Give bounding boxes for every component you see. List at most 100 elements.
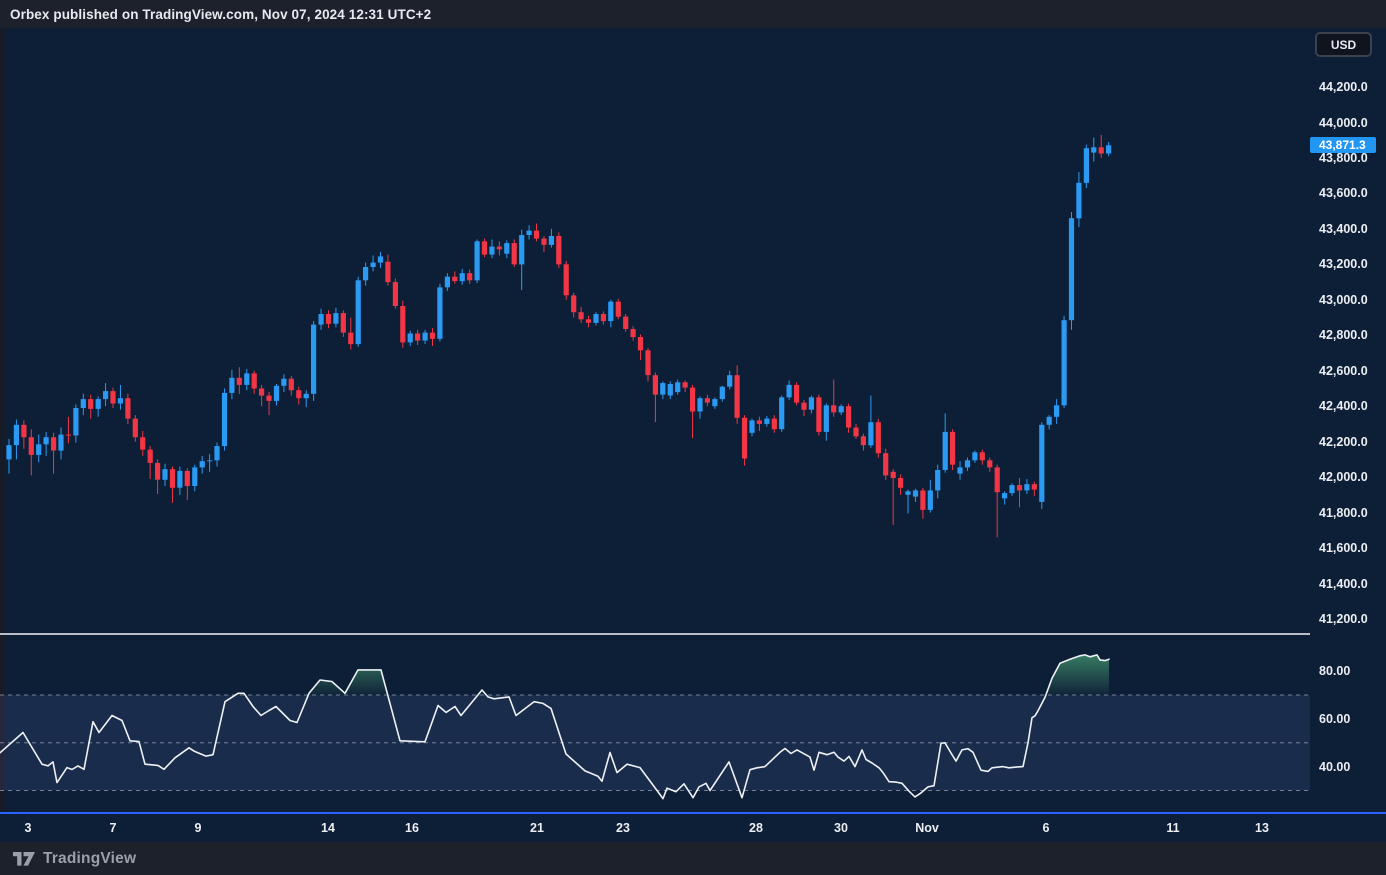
candle-body <box>363 267 369 281</box>
candle-body <box>912 490 919 497</box>
candle-body <box>259 388 265 396</box>
candle-body <box>645 350 651 376</box>
candle-body <box>1009 485 1015 494</box>
candle-body <box>184 470 190 486</box>
candle-body <box>370 262 376 267</box>
candle-body <box>1039 424 1045 502</box>
time-axis-label: 7 <box>109 821 117 835</box>
currency-button[interactable]: USD <box>1315 32 1372 57</box>
time-axis-label: 16 <box>405 821 419 835</box>
candle-body <box>1098 147 1104 154</box>
candle-body <box>452 276 458 282</box>
candle-body <box>214 446 220 461</box>
candle-body <box>21 424 27 438</box>
time-axis-label: 13 <box>1255 821 1269 835</box>
candle-body <box>325 314 332 324</box>
candle-body <box>1061 320 1067 406</box>
candle-body <box>504 243 510 254</box>
candle-body <box>117 398 123 404</box>
candle-body <box>377 256 384 263</box>
candle-body <box>467 273 473 281</box>
candle-body <box>340 313 346 333</box>
candle-body <box>519 235 525 265</box>
candle-body <box>556 236 562 265</box>
candle-body <box>303 393 309 399</box>
candle-body <box>623 316 629 329</box>
candle-body <box>719 386 725 400</box>
candle-body <box>95 399 101 409</box>
candle-body <box>251 373 257 389</box>
price-axis-label: 41,600.0 <box>1319 541 1368 556</box>
candle-body <box>637 337 644 351</box>
candle-body <box>13 424 19 446</box>
candle-body <box>281 378 287 386</box>
time-axis-label: 3 <box>24 821 32 835</box>
candle-body <box>548 236 554 245</box>
time-axis-label: 28 <box>749 821 763 835</box>
rsi-indicator-pane[interactable] <box>0 635 1310 812</box>
candle-body <box>266 395 272 401</box>
tradingview-brand[interactable]: TradingView <box>13 850 136 868</box>
candle-body <box>801 402 807 410</box>
time-axis-label: 14 <box>321 821 335 835</box>
candle-body <box>459 273 465 282</box>
candle-body <box>712 399 718 407</box>
candle-body <box>734 375 740 418</box>
price-scale-axis[interactable]: USD 43,871.3 44,200.0 44,000.0 43,800.0 43,… <box>1310 28 1386 812</box>
price-axis-label: 42,600.0 <box>1319 363 1368 378</box>
candle-body <box>80 399 86 408</box>
candle-body <box>749 420 755 433</box>
time-scale-axis[interactable]: 3 7 9 14 16 21 23 28 30 Nov 6 11 13 <box>0 814 1386 842</box>
candle-body <box>496 246 502 250</box>
candle-body <box>437 287 443 339</box>
price-axis-label: 43,800.0 <box>1319 150 1368 165</box>
candle-body <box>162 469 168 480</box>
pane-separator-line[interactable] <box>0 633 1386 635</box>
candle-body <box>415 333 421 341</box>
tradingview-logo-icon <box>13 851 35 866</box>
candle-body <box>147 449 153 463</box>
candle-body <box>1024 484 1030 491</box>
candle-body <box>578 312 584 320</box>
candle-body <box>236 377 242 385</box>
tradingview-brand-text: TradingView <box>43 849 137 867</box>
price-axis-label: 42,800.0 <box>1319 328 1368 343</box>
candle-body <box>88 399 94 409</box>
candlestick-price-pane[interactable] <box>0 28 1310 633</box>
candle-body <box>429 332 436 339</box>
candle-body <box>1068 218 1075 321</box>
candle-body <box>1106 145 1112 154</box>
tradingview-published-chart: Orbex published on TradingView.com, Nov … <box>0 0 1386 875</box>
candle-body <box>927 490 933 510</box>
candle-body <box>756 420 762 424</box>
candle-body <box>73 408 79 436</box>
candle-body <box>838 406 844 413</box>
candle-body <box>318 314 324 325</box>
candle-body <box>697 398 703 412</box>
footer-bar: TradingView <box>0 842 1386 875</box>
rsi-overbought-fill <box>1045 654 1109 695</box>
candle-body <box>36 444 42 455</box>
time-axis-label: 21 <box>530 821 544 835</box>
time-axis-label: 9 <box>194 821 202 835</box>
candle-body <box>764 418 770 424</box>
publish-attribution-text: Orbex published on TradingView.com, Nov … <box>10 6 432 22</box>
candle-body <box>608 301 614 322</box>
candle-body <box>630 329 636 338</box>
candle-body <box>898 478 904 488</box>
price-axis-label: 43,600.0 <box>1319 186 1368 201</box>
candle-body <box>1002 493 1008 499</box>
candle-body <box>155 462 161 480</box>
time-axis-label: 6 <box>1042 821 1050 835</box>
candle-body <box>957 467 963 474</box>
candle-body <box>920 490 926 510</box>
candlestick-series[interactable] <box>6 134 1112 538</box>
header-bar: Orbex published on TradingView.com, Nov … <box>0 0 1386 28</box>
price-axis-label: 42,400.0 <box>1319 399 1368 414</box>
candle-body <box>65 434 71 436</box>
candle-body <box>890 471 896 478</box>
candle-body <box>786 384 792 398</box>
candle-body <box>1076 182 1082 219</box>
candle-body <box>273 385 280 401</box>
candle-body <box>296 390 302 399</box>
